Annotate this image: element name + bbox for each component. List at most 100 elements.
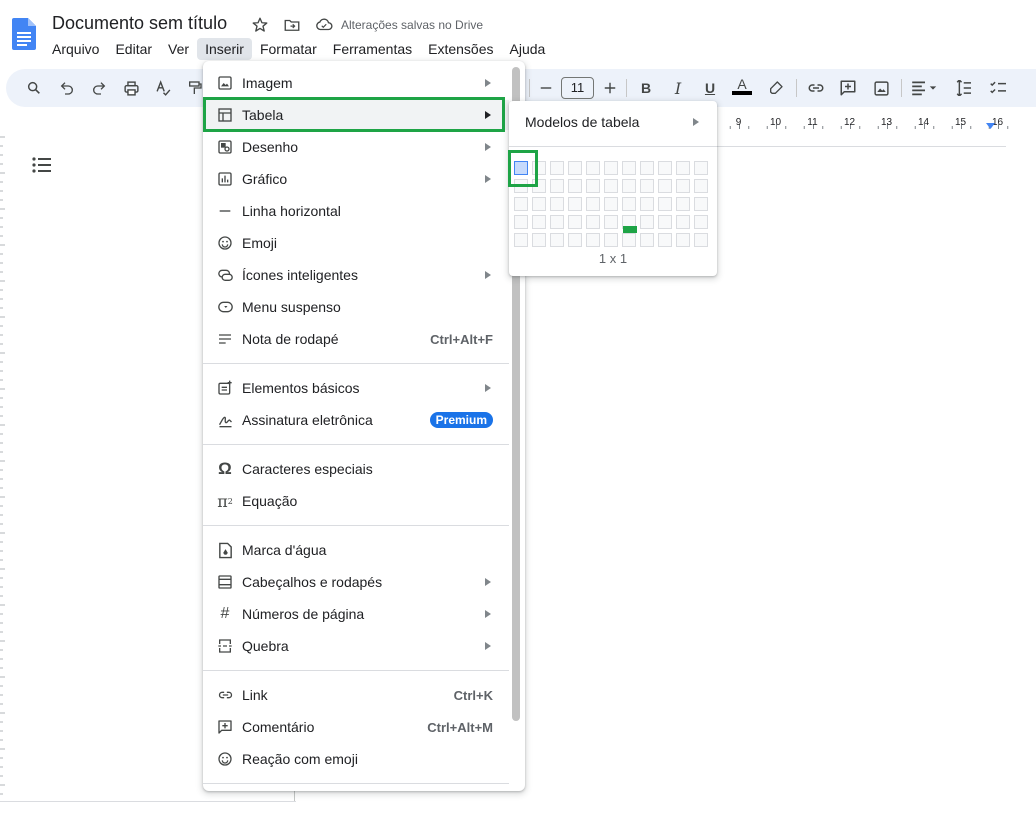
menu-item-elementos-basicos[interactable]: Elementos básicos — [203, 373, 509, 403]
document-title[interactable]: Documento sem título — [52, 13, 227, 34]
document-outline-icon[interactable] — [32, 156, 52, 174]
table-grid-cell[interactable] — [676, 179, 690, 193]
table-grid-cell[interactable] — [586, 197, 600, 211]
table-grid-cell[interactable] — [532, 215, 546, 229]
table-size-grid[interactable] — [514, 161, 708, 247]
table-grid-cell[interactable] — [676, 161, 690, 175]
menu-item-nota-de-rodape[interactable]: Nota de rodapé Ctrl+Alt+F — [203, 324, 509, 354]
table-grid-cell[interactable] — [604, 179, 618, 193]
font-size-input[interactable]: 11 — [561, 77, 594, 99]
table-grid-cell[interactable] — [514, 197, 528, 211]
table-grid-cell[interactable] — [640, 179, 654, 193]
table-grid-cell[interactable] — [694, 215, 708, 229]
redo-icon[interactable] — [89, 78, 109, 98]
table-grid-cell[interactable] — [604, 233, 618, 247]
star-icon[interactable] — [250, 15, 270, 35]
insert-image-icon[interactable] — [871, 78, 891, 98]
highlight-color-icon[interactable] — [766, 78, 786, 98]
table-grid-cell[interactable] — [694, 179, 708, 193]
table-grid-cell[interactable] — [640, 215, 654, 229]
table-grid-cell[interactable] — [532, 197, 546, 211]
checklist-icon[interactable] — [988, 78, 1008, 98]
menu-item-link[interactable]: Link Ctrl+K — [203, 680, 509, 710]
table-grid-cell[interactable] — [532, 233, 546, 247]
spellcheck-icon[interactable] — [153, 78, 173, 98]
table-grid-cell[interactable] — [658, 215, 672, 229]
menu-extensoes[interactable]: Extensões — [420, 38, 501, 60]
save-status[interactable]: Alterações salvas no Drive — [341, 18, 483, 32]
table-grid-cell[interactable] — [676, 233, 690, 247]
menu-item-numeros-de-pagina[interactable]: # Números de página — [203, 599, 509, 629]
menu-item-equacao[interactable]: π2 Equação — [203, 486, 509, 516]
table-grid-cell[interactable] — [658, 161, 672, 175]
table-grid-cell[interactable] — [622, 197, 636, 211]
table-grid-cell[interactable] — [514, 233, 528, 247]
menu-item-marca-dagua[interactable]: Marca d'água — [203, 535, 509, 565]
menu-editar[interactable]: Editar — [107, 38, 160, 60]
menu-item-cabecalhos-e-rodapes[interactable]: Cabeçalhos e rodapés — [203, 567, 509, 597]
insert-link-icon[interactable] — [806, 78, 826, 98]
increase-font-size-icon[interactable] — [600, 78, 620, 98]
table-grid-cell[interactable] — [676, 197, 690, 211]
menu-item-emoji[interactable]: Emoji — [203, 228, 509, 258]
table-grid-cell[interactable] — [604, 215, 618, 229]
table-grid-cell[interactable] — [640, 161, 654, 175]
table-grid-cell[interactable] — [604, 197, 618, 211]
horizontal-ruler[interactable]: 9 10 11 12 13 14 15 16 — [716, 113, 1036, 133]
table-grid-cell[interactable] — [622, 161, 636, 175]
table-grid-cell[interactable] — [550, 179, 564, 193]
table-grid-cell[interactable] — [586, 179, 600, 193]
table-grid-cell[interactable] — [568, 215, 582, 229]
move-folder-icon[interactable] — [282, 15, 302, 35]
table-grid-cell[interactable] — [658, 197, 672, 211]
print-icon[interactable] — [121, 78, 141, 98]
underline-icon[interactable]: U — [700, 78, 720, 98]
table-grid-cell[interactable] — [694, 233, 708, 247]
paint-format-icon[interactable] — [185, 78, 205, 98]
table-grid-cell[interactable] — [514, 215, 528, 229]
menu-ajuda[interactable]: Ajuda — [502, 38, 554, 60]
menu-ver[interactable]: Ver — [160, 38, 197, 60]
menu-inserir[interactable]: Inserir — [197, 38, 252, 60]
google-docs-logo-icon[interactable] — [12, 18, 36, 50]
decrease-font-size-icon[interactable] — [536, 78, 556, 98]
menu-formatar[interactable]: Formatar — [252, 38, 325, 60]
table-grid-cell[interactable] — [622, 179, 636, 193]
vertical-ruler[interactable] — [0, 133, 6, 803]
search-menus-icon[interactable] — [24, 78, 44, 98]
align-left-icon[interactable] — [910, 78, 940, 98]
table-grid-cell[interactable] — [568, 233, 582, 247]
table-grid-cell[interactable] — [550, 161, 564, 175]
bold-icon[interactable]: B — [636, 78, 656, 98]
table-templates-item[interactable]: Modelos de tabela — [525, 114, 639, 130]
table-grid-cell[interactable] — [586, 233, 600, 247]
table-grid-cell[interactable] — [568, 197, 582, 211]
menu-ferramentas[interactable]: Ferramentas — [325, 38, 420, 60]
menu-arquivo[interactable]: Arquivo — [44, 38, 107, 60]
table-grid-cell[interactable] — [550, 233, 564, 247]
table-grid-cell[interactable] — [586, 161, 600, 175]
text-color-icon[interactable]: A — [732, 76, 752, 96]
table-grid-cell[interactable] — [550, 197, 564, 211]
table-grid-cell[interactable] — [604, 161, 618, 175]
cloud-saved-icon[interactable] — [314, 15, 334, 35]
menu-item-imagem[interactable]: Imagem — [203, 68, 509, 98]
menu-item-caracteres-especiais[interactable]: Ω Caracteres especiais — [203, 454, 509, 484]
line-spacing-icon[interactable] — [953, 78, 973, 98]
add-comment-icon[interactable] — [838, 78, 858, 98]
menu-item-comentario[interactable]: Comentário Ctrl+Alt+M — [203, 712, 509, 742]
table-grid-cell[interactable] — [622, 233, 636, 247]
table-grid-cell[interactable] — [568, 179, 582, 193]
italic-icon[interactable]: I — [668, 78, 688, 98]
table-grid-cell[interactable] — [694, 161, 708, 175]
table-grid-cell[interactable] — [658, 233, 672, 247]
menu-item-icones-inteligentes[interactable]: Ícones inteligentes — [203, 260, 509, 290]
menu-item-reacao-com-emoji[interactable]: Reação com emoji — [203, 744, 509, 774]
menu-item-grafico[interactable]: Gráfico — [203, 164, 509, 194]
table-grid-cell[interactable] — [568, 161, 582, 175]
menu-item-assinatura-eletronica[interactable]: Assinatura eletrônica Premium — [203, 405, 509, 435]
table-grid-cell[interactable] — [550, 215, 564, 229]
menu-item-menu-suspenso[interactable]: Menu suspenso — [203, 292, 509, 322]
table-grid-cell[interactable] — [586, 215, 600, 229]
table-grid-cell[interactable] — [640, 233, 654, 247]
